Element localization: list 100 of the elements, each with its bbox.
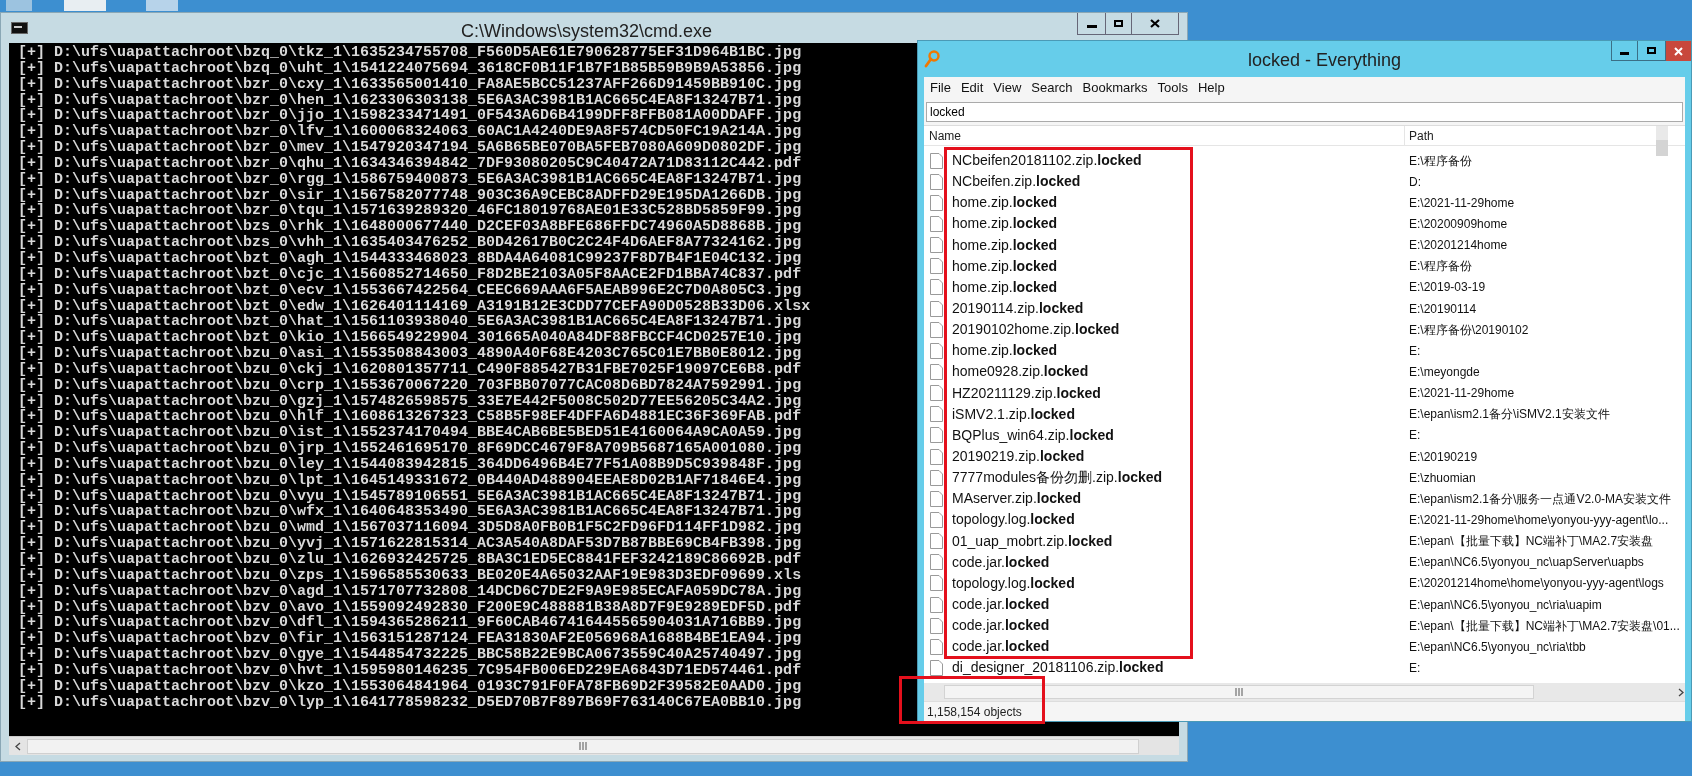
file-icon	[930, 617, 943, 634]
console-line: [+] D:\ufs\uapattachroot\bzq_0\tkz_1\1635234755708_F560D5AE61E790628775EF31D964B1BC.jpg	[18, 45, 802, 61]
file-name[interactable]: 7777modules备份勿删.zip.locked	[952, 467, 1163, 489]
maximize-button[interactable]	[1638, 41, 1666, 61]
file-path: E:\2021-11-29home	[1408, 194, 1515, 212]
file-name[interactable]: home.zip.locked	[952, 255, 1058, 277]
file-name[interactable]: home.zip.locked	[952, 192, 1058, 214]
console-line: [+] D:\ufs\uapattachroot\bzt_0\kio_1\1566549229904_301665A040A84DF88FBCCF4CD0257E10.jpg	[18, 330, 802, 347]
file-name[interactable]: code.jar.locked	[952, 636, 1050, 658]
file-icon	[930, 490, 943, 507]
console-line: [+] D:\ufs\uapattachroot\bzu_0\yvj_1\1571622815314_AC3A540A8DAF53D7B87BBE69CB4FB398.jpg	[18, 536, 802, 552]
console-line: [+] D:\ufs\uapattachroot\bzr_0\jjo_1\1598233471491_0F543A6D6B4199DFF8FFB081A00DDAFF.jpg	[18, 108, 802, 125]
file-name[interactable]: 20190102home.zip.locked	[952, 319, 1120, 341]
scrollbar-thumb[interactable]	[944, 685, 1534, 699]
file-path: E:\20190219	[1408, 448, 1478, 466]
menu-item[interactable]: File	[925, 78, 956, 98]
file-name[interactable]: home0928.zip.locked	[952, 361, 1089, 383]
console-line: [+] D:\ufs\uapattachroot\bzu_0\ist_1\1552374170494_BBE4CAB6BE5BED51E4160064A9CA0A59.jpg	[18, 425, 802, 442]
file-name[interactable]: home.zip.locked	[952, 213, 1058, 235]
file-icon	[930, 448, 943, 465]
file-name[interactable]: 20190114.zip.locked	[952, 298, 1084, 320]
file-icon	[930, 406, 943, 423]
file-icon	[930, 342, 943, 359]
file-icon	[930, 554, 943, 571]
file-name[interactable]: NCbeifen20181102.zip.locked	[952, 150, 1142, 172]
console-line: [+] D:\ufs\uapattachroot\bzu_0\gzj_1\1574826598575_33E7E442F5008C502D77EE56205C34A2.jpg	[18, 393, 802, 410]
file-icon	[930, 363, 943, 380]
console-line: [+] D:\ufs\uapattachroot\bzu_0\vyu_1\1545789106551_5E6A3AC3981B1AC665C4EA8F13247B71.jpg	[18, 488, 802, 505]
console-line: [+] D:\ufs\uapattachroot\bzt_0\agh_1\1544333468023_8BDA4A64081C99237F8D7B4F1E04C132.jpg	[18, 250, 802, 267]
file-name[interactable]: iSMV2.1.zip.locked	[952, 403, 1075, 425]
file-icon	[930, 216, 943, 232]
file-name[interactable]: code.jar.locked	[952, 551, 1050, 573]
file-name[interactable]: code.jar.locked	[952, 615, 1050, 637]
console-line: [+] D:\ufs\uapattachroot\bzr_0\cxy_1\1633565001410_FA8AE5BCC51237AFF266D91459BB910C.jpg	[18, 76, 802, 93]
file-icon	[930, 575, 943, 592]
console-line: [+] D:\ufs\uapattachroot\bzu_0\wfx_1\1640648353490_5E6A3AC3981B1AC665C4EA8F13247B71.jpg	[18, 504, 802, 521]
console-line: [+] D:\ufs\uapattachroot\bzq_0\uht_1\1541224075694_3618CF0B11F1B7F1B85B59B9B9A53856.jpg	[18, 60, 802, 77]
console-line: [+] D:\ufs\uapattachroot\bzv_0\hvt_1\1595980146235_7C954FB006ED229EA6843D71ED574461.pdf	[18, 662, 802, 679]
menu-item[interactable]: Help	[1192, 78, 1230, 98]
file-icon	[930, 638, 943, 655]
file-icon	[930, 279, 943, 296]
file-path: E:\epan\【批量下载】NC端补丁\MA2.7安装盘	[1408, 533, 1654, 551]
console-line: [+] D:\ufs\uapattachroot\bzv_0\fir_1\1563151287124_FEA31830AF2E056968A1688B4BE1EA94.jpg	[18, 631, 802, 648]
file-icon	[930, 533, 943, 550]
file-icon	[930, 469, 943, 486]
menu-item[interactable]: View	[988, 78, 1027, 98]
file-path: E:\2019-03-19	[1408, 279, 1486, 297]
console-line: [+] D:\ufs\uapattachroot\bzv_0\lyp_1\1641778598232_D5ED70B7F897B69F763140C67EA0BB10.jpg	[18, 694, 802, 711]
grip-icon	[579, 742, 587, 750]
column-header[interactable]: Name	[924, 126, 1405, 145]
file-name[interactable]: topology.log.locked	[952, 572, 1075, 594]
file-path: E:\epan\ism2.1备分\iSMV2.1安装文件	[1408, 406, 1610, 424]
console-line: [+] D:\ufs\uapattachroot\bzu_0\ckj_1\1620801357711_C490F885427B31FBE7025F19097CE6B8.pdf	[18, 361, 802, 378]
magnifier-icon	[924, 50, 940, 68]
column-header[interactable]: Path	[1405, 126, 1675, 145]
minimize-button[interactable]	[1611, 41, 1638, 61]
console-line: [+] D:\ufs\uapattachroot\bzv_0\dfl_1\1594365286211_9F60CAB467416445565904031A716BB9.jpg	[18, 615, 802, 632]
file-path: E:\meyongde	[1408, 363, 1480, 381]
file-path: E:\2021-11-29home	[1408, 385, 1515, 403]
console-line: [+] D:\ufs\uapattachroot\bzu_0\asi_1\1553508843003_4890A40F68E4203C765C01E7BB0E8012.jpg	[18, 346, 802, 362]
file-name[interactable]: topology.log.locked	[952, 509, 1075, 531]
file-path: E:\epan\NC6.5\yonyou_nc\ria\uapim	[1408, 596, 1602, 614]
file-name[interactable]: 01_uap_mobrt.zip.locked	[952, 530, 1113, 552]
close-icon	[1150, 19, 1160, 28]
file-icon	[930, 596, 943, 613]
console-line: [+] D:\ufs\uapattachroot\bzv_0\avo_1\1559092492830_F200E9C488881B38A8D7F9E9289EDF5D.pdf	[18, 599, 802, 616]
menu-item[interactable]: Edit	[955, 78, 989, 98]
file-name[interactable]: BQPlus_win64.zip.locked	[952, 424, 1114, 446]
file-name[interactable]: HZ20211129.zip.locked	[952, 382, 1101, 404]
file-path: E:\2021-11-29home\home\yonyou-yyy-agent\lo...	[1408, 511, 1669, 529]
file-path: D:	[1408, 173, 1421, 191]
file-name[interactable]: MAserver.zip.locked	[952, 488, 1082, 510]
file-name[interactable]: home.zip.locked	[952, 276, 1058, 298]
menu-item[interactable]: Tools	[1152, 78, 1193, 98]
file-path: E:\epan\NC6.5\yonyou_nc\uapServer\uapbs	[1408, 554, 1644, 572]
file-name[interactable]: home.zip.locked	[952, 234, 1058, 256]
file-name[interactable]: di_designer_20181106.zip.locked	[952, 657, 1164, 679]
console-line: [+] D:\ufs\uapattachroot\bzu_0\ley_1\1544083942815_364DD6496B4E77F51A08B9D5C939848F.jpg	[18, 456, 802, 473]
grip-icon	[1235, 688, 1243, 696]
file-icon	[930, 321, 943, 338]
menu-item[interactable]: Bookmarks	[1077, 78, 1153, 98]
console-line: [+] D:\ufs\uapattachroot\bzv_0\gye_1\1544854732225_BBC58B22E9BCA0673559C40A25740497.jpg	[18, 647, 802, 663]
file-path: E:\程序备份	[1408, 152, 1472, 170]
menu-item[interactable]: Search	[1026, 78, 1078, 98]
file-icon	[930, 385, 943, 402]
file-path: E:\20190114	[1408, 300, 1477, 318]
file-icon	[930, 427, 943, 444]
file-path: E:	[1408, 427, 1421, 445]
console-line: [+] D:\ufs\uapattachroot\bzv_0\agd_1\1571707732808_14DCD6C7DE2F9A9E985ECAFA059DC78A.jpg	[18, 583, 802, 600]
file-name[interactable]: code.jar.locked	[952, 594, 1050, 615]
chevron-right-icon[interactable]	[1678, 687, 1684, 697]
file-name[interactable]: home.zip.locked	[952, 340, 1058, 362]
file-name[interactable]: NCbeifen.zip.locked	[952, 171, 1081, 193]
console-line: [+] D:\ufs\uapattachroot\bzr_0\lfv_1\1600068324063_60AC1A4240DE9A8F574CD50FC19A214A.jpg	[18, 124, 802, 141]
file-path: E:\epan\【批量下载】NC端补丁\MA2.7安装盘\01...	[1408, 617, 1680, 635]
scrollbar-thumb[interactable]	[27, 738, 1139, 754]
search-field[interactable]: locked	[926, 102, 1683, 122]
file-name[interactable]: 20190219.zip.locked	[952, 446, 1085, 468]
scrollbar-thumb[interactable]	[1656, 140, 1668, 156]
file-path: E:\20201214home\home\yonyou-yyy-agent\logs	[1408, 575, 1664, 593]
